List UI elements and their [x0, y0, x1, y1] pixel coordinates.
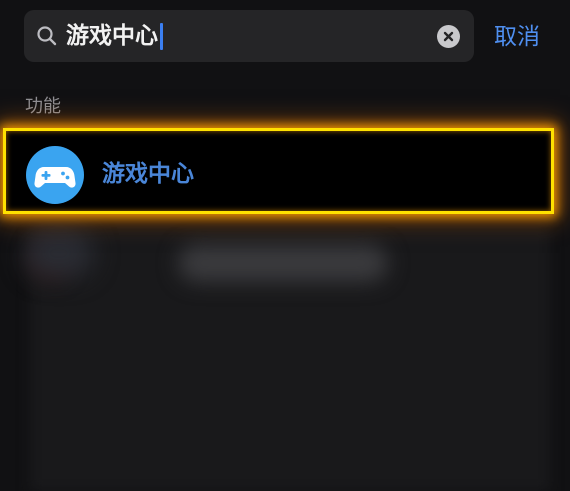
search-query: 游戏中心	[66, 23, 158, 49]
game-center-app-icon	[26, 146, 84, 204]
text-caret	[160, 22, 163, 50]
search-screen: 游戏中心 取消 功能 游戏中心	[0, 0, 570, 491]
result-item-game-center[interactable]: 游戏中心	[3, 128, 554, 214]
gamepad-icon	[34, 167, 76, 188]
clear-icon[interactable]	[437, 25, 460, 48]
search-bar[interactable]: 游戏中心	[24, 10, 474, 62]
section-title: 功能	[25, 96, 61, 117]
blurred-shape	[178, 244, 388, 282]
cancel-button[interactable]: 取消	[494, 22, 540, 52]
blurred-shape	[24, 228, 94, 278]
result-label: 游戏中心	[102, 161, 194, 187]
search-icon	[37, 26, 57, 46]
search-input[interactable]: 游戏中心	[66, 21, 163, 51]
